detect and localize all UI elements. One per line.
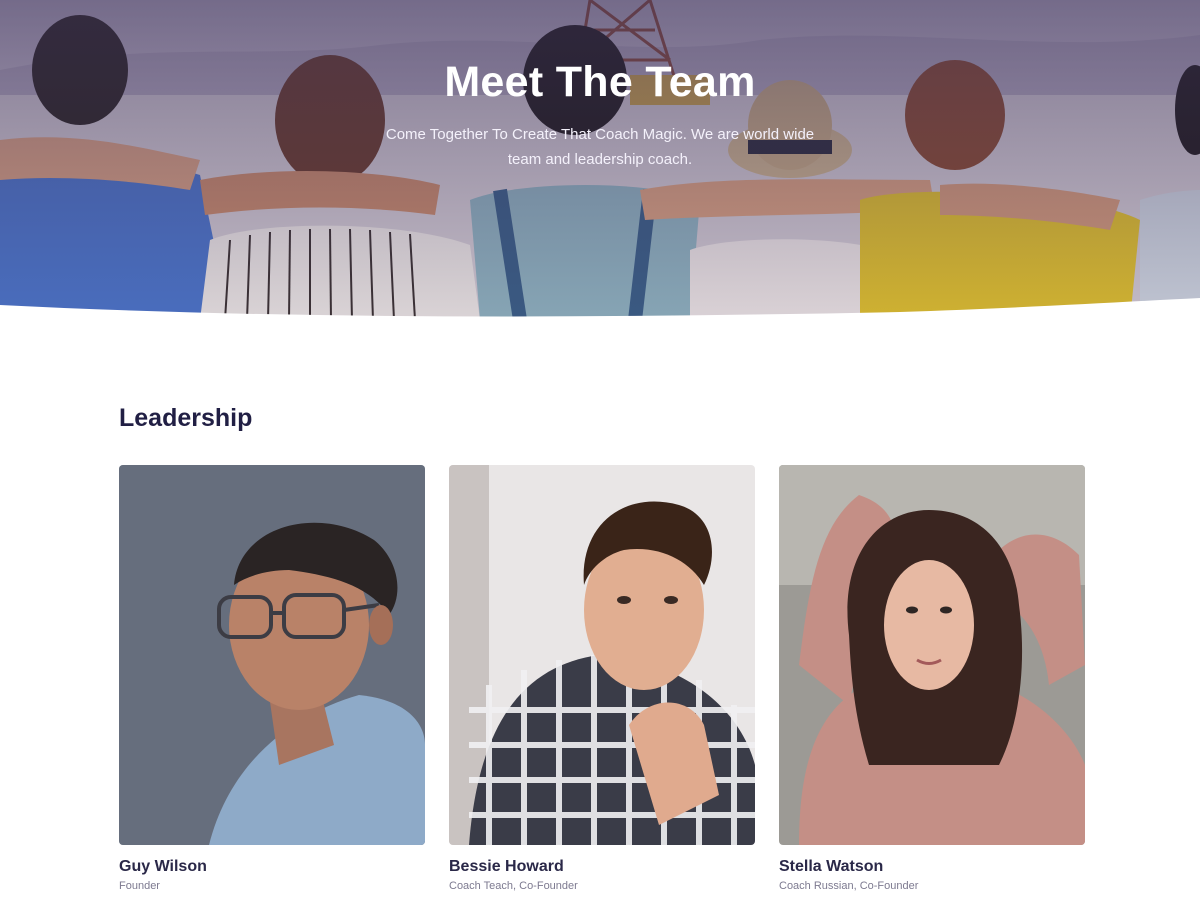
member-role: Founder xyxy=(119,880,160,892)
member-name[interactable]: Guy Wilson xyxy=(119,858,425,876)
member-photo xyxy=(119,465,425,845)
member-name[interactable]: Bessie Howard xyxy=(449,858,755,876)
team-member-card[interactable]: Bessie Howard Coach Teach, Co-Founder xyxy=(449,465,755,892)
team-member-card[interactable]: Stella Watson Coach Russian, Co-Founder xyxy=(779,465,1085,892)
hero-wave-divider xyxy=(0,298,1200,320)
page-title: Meet The Team xyxy=(444,58,756,106)
hero-banner: Meet The Team Come Together To Create Th… xyxy=(0,0,1200,320)
page-subtitle: Come Together To Create That Coach Magic… xyxy=(385,126,815,168)
member-photo xyxy=(449,465,755,845)
member-name[interactable]: Stella Watson xyxy=(779,858,1085,876)
member-photo xyxy=(779,465,1085,845)
member-role: Coach Teach, Co-Founder xyxy=(449,880,578,892)
team-member-card[interactable]: Guy Wilson Founder xyxy=(119,465,425,892)
member-role: Coach Russian, Co-Founder xyxy=(779,880,919,892)
leadership-heading: Leadership xyxy=(119,404,253,432)
